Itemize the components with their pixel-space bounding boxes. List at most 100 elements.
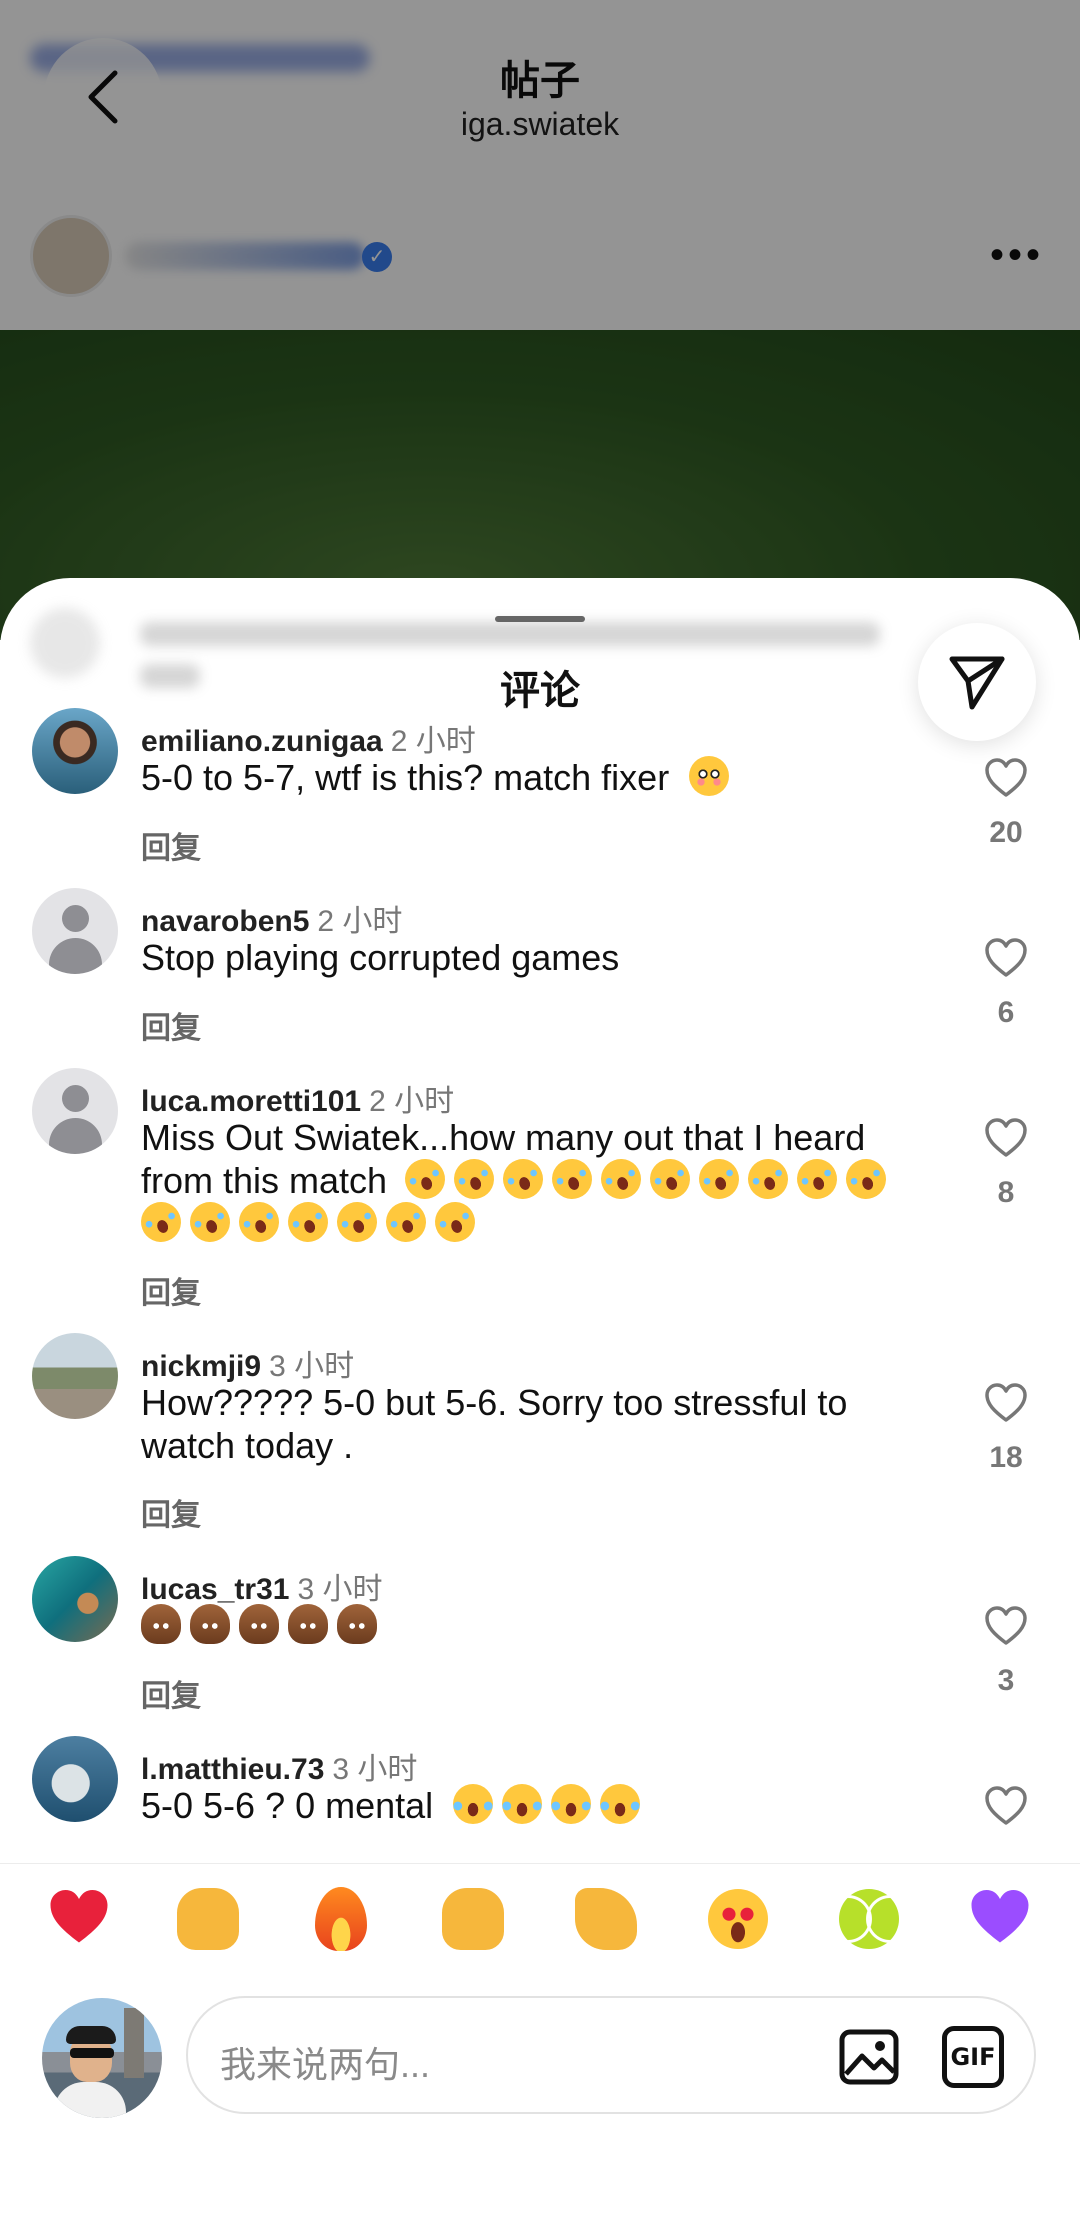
purple-heart-icon[interactable] bbox=[967, 1886, 1033, 1952]
rofl-emoji-icon bbox=[184, 1196, 236, 1248]
comment-input[interactable]: 我来说两句... GIF bbox=[186, 1996, 1036, 2114]
commenter-avatar[interactable] bbox=[32, 1736, 118, 1822]
joy-emoji-icon bbox=[502, 1784, 543, 1824]
like-control[interactable]: 20 bbox=[976, 758, 1036, 850]
comment-time: 2 小时 bbox=[369, 1085, 455, 1118]
rofl-emoji-icon bbox=[546, 1153, 598, 1205]
comment-username[interactable]: nickmji9 bbox=[141, 1350, 261, 1383]
commenter-avatar[interactable] bbox=[32, 708, 118, 794]
pile-of-poo-icon bbox=[141, 1604, 181, 1644]
like-control[interactable]: 3 bbox=[976, 1606, 1036, 1698]
comment-header: lucas_tr31 3 小时 bbox=[141, 1564, 382, 1608]
comment-text: Stop playing corrupted games bbox=[141, 936, 941, 979]
image-picker-button[interactable] bbox=[838, 2026, 900, 2088]
rofl-emoji-icon bbox=[595, 1153, 647, 1205]
comment-text bbox=[141, 1604, 941, 1647]
quick-reaction-bar bbox=[0, 1863, 1080, 1973]
comment-time: 3 小时 bbox=[269, 1350, 355, 1383]
heart-icon[interactable] bbox=[984, 938, 1028, 978]
comment-time: 2 小时 bbox=[317, 905, 403, 938]
comment-item: l.matthieu.73 3 小时 5-0 5-6 ? 0 mental bbox=[0, 1736, 1080, 1863]
rofl-emoji-icon bbox=[380, 1196, 432, 1248]
commenter-avatar[interactable] bbox=[32, 1333, 118, 1419]
comment-time: 3 小时 bbox=[332, 1753, 418, 1786]
like-control[interactable]: 6 bbox=[976, 938, 1036, 1030]
comments-list[interactable]: emiliano.zunigaa 2 小时 5-0 to 5-7, wtf is … bbox=[0, 708, 1080, 1863]
image-icon bbox=[839, 2029, 899, 2085]
comment-text: 5-0 to 5-7, wtf is this? match fixer bbox=[141, 756, 941, 799]
comment-item: emiliano.zunigaa 2 小时 5-0 to 5-7, wtf is … bbox=[0, 708, 1080, 888]
clapping-hands-icon[interactable] bbox=[440, 1886, 506, 1952]
comment-item: lucas_tr31 3 小时 回复 3 bbox=[0, 1556, 1080, 1736]
heart-icon[interactable] bbox=[984, 758, 1028, 798]
comment-username[interactable]: emiliano.zunigaa bbox=[141, 725, 383, 758]
comment-username[interactable]: lucas_tr31 bbox=[141, 1573, 289, 1606]
flushed-face-icon bbox=[689, 756, 730, 796]
comment-text: 5-0 5-6 ? 0 mental bbox=[141, 1784, 941, 1827]
reply-button[interactable]: 回复 bbox=[141, 823, 201, 867]
comments-sheet: 评论 emiliano.zunigaa 2 小时 5-0 to 5-7, wtf … bbox=[0, 578, 1080, 2220]
comment-header: navaroben5 2 小时 bbox=[141, 896, 402, 940]
rofl-emoji-icon bbox=[135, 1196, 187, 1248]
comment-item: navaroben5 2 小时 Stop playing corrupted ga… bbox=[0, 888, 1080, 1068]
commenter-avatar[interactable] bbox=[32, 1556, 118, 1642]
reply-button[interactable]: 回复 bbox=[141, 1671, 201, 1715]
flexed-biceps-icon[interactable] bbox=[573, 1886, 639, 1952]
my-avatar bbox=[42, 1998, 162, 2118]
pile-of-poo-icon bbox=[337, 1604, 377, 1644]
raising-hands-icon[interactable] bbox=[175, 1886, 241, 1952]
tennis-ball-icon[interactable] bbox=[836, 1886, 902, 1952]
joy-emoji-icon bbox=[600, 1784, 641, 1824]
comment-username[interactable]: navaroben5 bbox=[141, 905, 309, 938]
reply-button[interactable]: 回复 bbox=[141, 1490, 201, 1534]
heart-icon[interactable] bbox=[984, 1118, 1028, 1158]
rofl-emoji-icon bbox=[282, 1196, 334, 1248]
heart-icon[interactable] bbox=[984, 1606, 1028, 1646]
rofl-emoji-icon bbox=[331, 1196, 383, 1248]
post-background: 帖子 iga.swiatek ✓ ••• bbox=[0, 0, 1080, 640]
sheet-grabber[interactable] bbox=[495, 616, 585, 622]
commenter-avatar[interactable] bbox=[32, 1068, 118, 1154]
rofl-emoji-icon bbox=[429, 1196, 481, 1248]
like-control[interactable] bbox=[976, 1786, 1036, 1826]
comment-body: 5-0 5-6 ? 0 mental bbox=[141, 1785, 434, 1826]
heart-icon[interactable] bbox=[984, 1786, 1028, 1826]
rofl-emoji-icon bbox=[693, 1153, 745, 1205]
like-control[interactable]: 18 bbox=[976, 1383, 1036, 1475]
rofl-emoji-icon bbox=[448, 1153, 500, 1205]
rofl-emoji-icon bbox=[791, 1153, 843, 1205]
heart-icon[interactable] bbox=[984, 1383, 1028, 1423]
comment-username[interactable]: l.matthieu.73 bbox=[141, 1753, 324, 1786]
heart-eyes-icon[interactable] bbox=[705, 1886, 771, 1952]
commenter-avatar[interactable] bbox=[32, 888, 118, 974]
rofl-emoji-icon bbox=[497, 1153, 549, 1205]
comment-header: emiliano.zunigaa 2 小时 bbox=[141, 716, 476, 760]
reply-button[interactable]: 回复 bbox=[141, 1003, 201, 1047]
fire-icon[interactable] bbox=[308, 1886, 374, 1952]
comment-text: Miss Out Swiatek...how many out that I h… bbox=[135, 1116, 941, 1248]
pile-of-poo-icon bbox=[190, 1604, 230, 1644]
send-icon bbox=[949, 656, 1005, 710]
comment-time: 2 小时 bbox=[390, 725, 476, 758]
comment-header: nickmji9 3 小时 bbox=[141, 1341, 354, 1385]
rofl-emoji-icon bbox=[644, 1153, 696, 1205]
comment-body: Stop playing corrupted games bbox=[141, 937, 620, 978]
reply-button[interactable]: 回复 bbox=[141, 1268, 201, 1312]
comment-header: l.matthieu.73 3 小时 bbox=[141, 1744, 417, 1788]
dim-overlay[interactable] bbox=[0, 0, 1080, 640]
like-count: 8 bbox=[997, 1176, 1015, 1209]
comment-time: 3 小时 bbox=[297, 1573, 383, 1606]
comment-header: luca.moretti101 2 小时 bbox=[141, 1076, 454, 1120]
comment-item: luca.moretti101 2 小时 Miss Out Swiatek...h… bbox=[0, 1068, 1080, 1333]
comment-item: nickmji9 3 小时 How????? 5-0 but 5-6. Sorry… bbox=[0, 1333, 1080, 1556]
comment-body: How????? 5-0 but 5-6. Sorry too stressfu… bbox=[141, 1382, 848, 1466]
comment-username[interactable]: luca.moretti101 bbox=[141, 1085, 361, 1118]
gif-button[interactable]: GIF bbox=[942, 2026, 1004, 2088]
pile-of-poo-icon bbox=[239, 1604, 279, 1644]
like-count: 6 bbox=[997, 996, 1015, 1029]
like-control[interactable]: 8 bbox=[976, 1118, 1036, 1210]
red-heart-icon[interactable] bbox=[46, 1886, 112, 1952]
comment-input-placeholder: 我来说两句... bbox=[220, 2044, 431, 2085]
rofl-emoji-icon bbox=[742, 1153, 794, 1205]
joy-emoji-icon bbox=[453, 1784, 494, 1824]
